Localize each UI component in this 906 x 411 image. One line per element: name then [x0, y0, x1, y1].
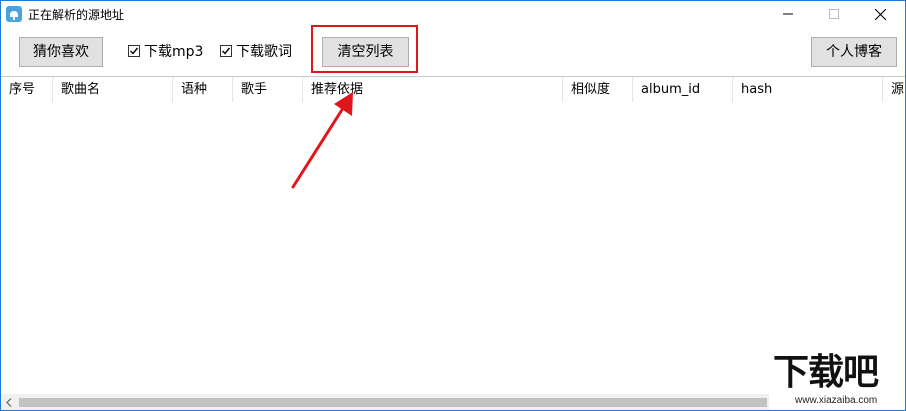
annotation-arrow — [291, 92, 353, 189]
watermark-logo: 下载吧 www.xiazaiba.com — [769, 353, 905, 410]
watermark-url: www.xiazaiba.com — [795, 395, 878, 406]
app-window: 正在解析的源地址 猜你喜欢 下载mp3 下载歌词 清空列表 个人博客 序号 歌曲… — [0, 0, 906, 411]
watermark-text: 下载吧 — [773, 352, 879, 393]
